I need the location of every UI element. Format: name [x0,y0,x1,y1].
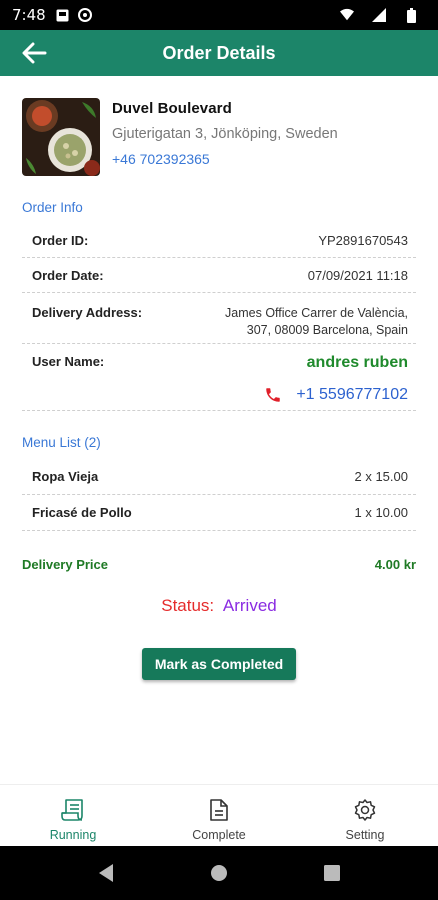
delivery-address-line1: James Office Carrer de València, [225,306,408,320]
delivery-address-label: Delivery Address: [32,305,143,320]
menu-item-row: Fricasé de Pollo 1 x 10.00 [22,495,416,531]
nav-label-complete: Complete [192,828,246,842]
user-phone-link[interactable]: +1 5596777102 [264,386,408,404]
nav-item-running[interactable]: Running [0,785,146,846]
sync-icon [77,8,92,22]
signal-icon [372,8,386,22]
wifi-icon [340,8,354,22]
order-details-content: Duvel Boulevard Gjuterigatan 3, Jönköpin… [0,76,438,784]
system-navigation-bar [0,846,438,900]
restaurant-info: Duvel Boulevard Gjuterigatan 3, Jönköpin… [112,98,338,176]
delivery-price-row: Delivery Price 4.00 kr [22,557,416,572]
restaurant-image [22,98,100,176]
order-date-label: Order Date: [32,267,104,283]
system-recents-button[interactable] [320,861,344,885]
order-date-row: Order Date: 07/09/2021 11:18 [22,258,416,293]
arrow-left-icon [22,42,47,64]
nav-item-setting[interactable]: Setting [292,785,438,846]
restaurant-name: Duvel Boulevard [112,100,232,117]
menu-item-qty-price: 2 x 15.00 [354,469,409,484]
battery-icon [404,7,418,23]
clock: 7:48 [12,6,46,24]
order-status: Status: Arrived [22,596,416,616]
square-recents-icon [323,865,340,881]
menu-item-name: Fricasé de Pollo [32,505,132,520]
nav-label-setting: Setting [345,828,385,842]
user-phone-number[interactable]: +1 5596777102 [296,386,408,404]
bottom-navigation: Running Complete Setting [0,784,438,846]
receipt-icon [61,799,83,821]
gear-icon [354,799,376,821]
order-id-value: YP2891670543 [318,233,408,248]
menu-item-row: Ropa Vieja 2 x 15.00 [22,459,416,495]
system-home-button[interactable] [207,861,231,885]
menu-item-name: Ropa Vieja [32,469,99,484]
mark-completed-button[interactable]: Mark as Completed [141,648,297,680]
circle-home-icon [210,865,227,881]
delivery-address-row: Delivery Address: James Office Carrer de… [22,293,416,344]
nav-label-running: Running [49,828,97,842]
nav-item-complete[interactable]: Complete [146,785,292,846]
page-title: Order Details [162,42,276,63]
status-label: Status: [161,596,215,615]
menu-item-qty-price: 1 x 10.00 [354,505,409,520]
status-value: Arrived [222,596,277,615]
delivery-address-line2: 307, 08009 Barcelona, Spain [246,323,408,337]
back-button[interactable] [20,39,48,67]
user-name-value: andres ruben [306,354,408,371]
status-bar: 7:48 [0,0,438,30]
document-icon [210,799,228,821]
app-bar: Order Details [0,30,438,76]
delivery-price-value: 4.00 kr [374,557,416,572]
order-date-value: 07/09/2021 11:18 [307,267,408,283]
restaurant-card: Duvel Boulevard Gjuterigatan 3, Jönköpin… [22,98,416,176]
triangle-back-icon [99,864,114,882]
system-back-button[interactable] [94,861,118,885]
restaurant-address: Gjuterigatan 3, Jönköping, Sweden [112,126,338,142]
order-info-title: Order Info [22,200,83,215]
order-id-label: Order ID: [32,233,89,248]
restaurant-phone-link[interactable]: +46 702392365 [112,151,338,167]
menu-list-title: Menu List (2) [22,435,101,450]
user-row: User Name: andres ruben +1 5596777102 [22,344,416,411]
delivery-address-value: James Office Carrer de València, 307, 08… [225,305,408,339]
phone-icon[interactable] [264,386,282,404]
delivery-price-label: Delivery Price [22,557,109,572]
notification-icon [56,8,70,22]
order-id-row: Order ID: YP2891670543 [22,224,416,258]
